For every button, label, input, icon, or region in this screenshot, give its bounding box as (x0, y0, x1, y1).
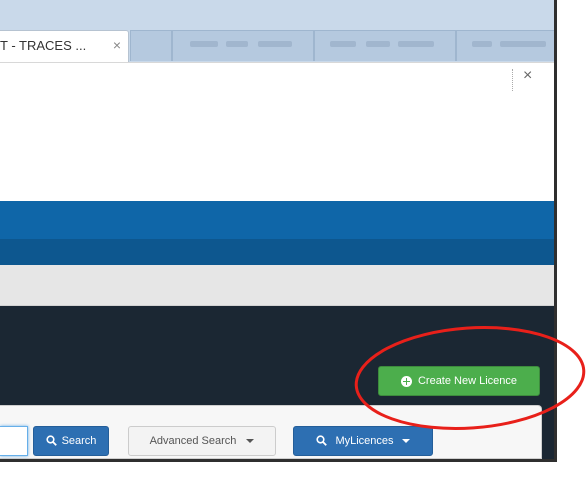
toolbar-divider (512, 69, 513, 91)
plus-circle-icon (400, 375, 412, 387)
background-tab-label (366, 41, 390, 47)
background-tab[interactable] (130, 30, 172, 61)
mylicences-label: MyLicences (335, 435, 394, 447)
search-icon (45, 434, 57, 448)
chevron-down-icon (246, 439, 255, 443)
navbar-lower-strip (0, 239, 554, 265)
close-icon[interactable]: × (523, 67, 532, 85)
search-input[interactable] (0, 426, 28, 456)
background-tab-label (190, 41, 218, 47)
background-tab-label (472, 41, 492, 47)
mylicences-dropdown[interactable]: MyLicences (293, 426, 433, 456)
breadcrumb-bar (0, 265, 554, 306)
search-button-label: Search (61, 435, 97, 447)
search-button[interactable]: Search (33, 426, 109, 456)
active-browser-tab[interactable]: T - TRACES ... × (0, 30, 129, 64)
page-header-area (0, 127, 554, 201)
browser-toolbar: × (0, 62, 554, 128)
search-icon (316, 434, 328, 448)
create-button-label: Create New Licence (417, 375, 518, 387)
background-tab-label (226, 41, 248, 47)
close-icon[interactable]: × (113, 37, 121, 53)
create-new-licence-button[interactable]: Create New Licence (378, 366, 540, 396)
background-tab-label (258, 41, 292, 47)
site-navbar (0, 201, 554, 265)
screenshot-frame: T - TRACES ... × × Create New Licence Se… (0, 0, 557, 462)
chevron-down-icon (401, 439, 410, 443)
background-tab-label (398, 41, 434, 47)
advanced-search-label: Advanced Search (149, 435, 237, 447)
tab-title: T - TRACES ... (0, 38, 87, 53)
browser-tab-bar: T - TRACES ... × (0, 0, 554, 64)
background-tab-label (330, 41, 356, 47)
search-panel: Search Advanced Search MyLicences (0, 405, 542, 459)
background-tab-label (500, 41, 546, 47)
advanced-search-dropdown[interactable]: Advanced Search (128, 426, 276, 456)
